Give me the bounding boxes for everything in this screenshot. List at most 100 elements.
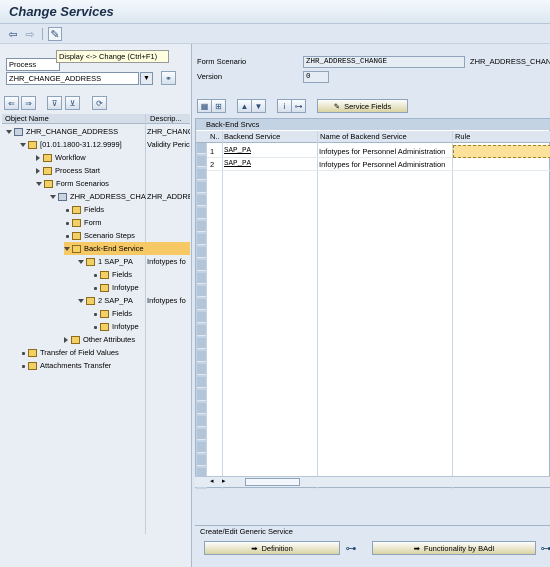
table-row[interactable]: 2 SAP_PA Infotypes for Personnel Adminis… (207, 158, 550, 171)
hierarchy-icon[interactable]: ⊶ (539, 541, 550, 555)
hierarchy-icon[interactable]: ⊶ (291, 99, 306, 113)
row-selector[interactable] (197, 195, 206, 206)
row-selector[interactable] (197, 221, 206, 232)
scroll-thumb[interactable] (245, 478, 300, 486)
table-row[interactable]: 1 SAP_PA Infotypes for Personnel Adminis… (207, 145, 550, 158)
tree-node[interactable]: Form Scenarios (2, 177, 190, 190)
tree-node[interactable]: Infotype (2, 281, 190, 294)
object-value-field[interactable]: ZHR_CHANGE_ADDRESS (6, 72, 139, 85)
row-selector[interactable] (197, 364, 206, 375)
form-scenario-desc: ZHR_ADDRESS_CHANGE (470, 57, 550, 66)
tree-node[interactable]: Attachments Transfer (2, 359, 190, 372)
functionality-by-badi-button[interactable]: ➡ Functionality by BAdI (372, 541, 536, 555)
column-header[interactable]: Backend Service (224, 131, 280, 143)
tree-node[interactable]: 2 SAP_PA Infotypes fo (2, 294, 190, 307)
row-selector[interactable] (197, 455, 206, 466)
row-selector[interactable] (197, 312, 206, 323)
object-tree: ZHR_CHANGE_ADDRESS ZHR_CHANG [01.01.1800-… (2, 125, 190, 372)
row-selector[interactable] (197, 351, 206, 362)
row-selector[interactable] (197, 390, 206, 401)
tree-node[interactable]: 1 SAP_PA Infotypes fo (2, 255, 190, 268)
column-divider (452, 131, 453, 489)
row-selector[interactable] (197, 273, 206, 284)
navigate-forward-icon[interactable]: ⇒ (21, 96, 36, 110)
back-arrow-icon[interactable]: ⇦ (6, 27, 20, 41)
cell-rule-input[interactable] (453, 145, 550, 158)
generic-service-area: Create/Edit Generic Service ➡ Definition … (195, 525, 550, 567)
service-fields-button[interactable]: ✎ Service Fields (317, 99, 408, 113)
row-selector[interactable] (197, 429, 206, 440)
forward-arrow-icon[interactable]: ⇨ (23, 27, 37, 41)
move-down-icon[interactable]: ▼ (251, 99, 266, 113)
row-selector[interactable] (197, 143, 206, 154)
row-selector-column (196, 143, 207, 489)
horizontal-scrollbar[interactable]: ◂ ▸ (195, 476, 550, 487)
tree-header-object: Object Name (5, 114, 49, 123)
move-up-icon[interactable]: ▲ (237, 99, 252, 113)
tree-node[interactable]: Other Attributes (2, 333, 190, 346)
arrow-right-icon: ➡ (413, 543, 420, 553)
row-selector[interactable] (197, 234, 206, 245)
column-header[interactable]: Name of Backend Service (320, 131, 407, 143)
version-label: Version (197, 72, 223, 81)
pencil-icon: ✎ (333, 101, 341, 111)
cell-backend-service[interactable]: SAP_PA (224, 158, 251, 171)
application-toolbar: ⇦ ⇨ ✎ (0, 24, 550, 44)
row-selector[interactable] (197, 247, 206, 258)
page-title: Change Services (9, 4, 114, 19)
column-header[interactable]: Rule (455, 131, 470, 143)
row-selector[interactable] (197, 377, 206, 388)
cell-name: Infotypes for Personnel Administration (319, 160, 446, 169)
scroll-left-icon[interactable]: ◂ (210, 477, 214, 485)
tree-header: Object Name Descrip... (2, 114, 190, 124)
info-icon[interactable]: i (277, 99, 292, 113)
cell-n: 2 (210, 160, 215, 169)
tree-node[interactable]: Infotype (2, 320, 190, 333)
row-selector[interactable] (197, 325, 206, 336)
object-type-select[interactable]: Process (6, 58, 60, 71)
glasses-display-icon[interactable]: ⚭ (161, 71, 176, 85)
row-selector[interactable] (197, 403, 206, 414)
tree-node[interactable]: Fields (2, 268, 190, 281)
form-scenario-field[interactable]: ZHR_ADDRESS_CHANGE (303, 56, 465, 68)
row-selector[interactable] (197, 156, 206, 167)
definition-button[interactable]: ➡ Definition (204, 541, 340, 555)
cell-backend-service[interactable]: SAP_PA (224, 145, 251, 158)
cell-name: Infotypes for Personnel Administration (319, 147, 446, 156)
tree-node[interactable]: Form (2, 216, 190, 229)
row-selector[interactable] (197, 169, 206, 180)
tree-node[interactable]: Scenario Steps (2, 229, 190, 242)
tree-node-selected[interactable]: Back-End Service (2, 242, 190, 255)
generic-service-title: Create/Edit Generic Service (200, 527, 293, 536)
tree-node[interactable]: ZHR_ADDRESS_CHA ZHR_ADDRE (2, 190, 190, 203)
version-field[interactable]: 0 (303, 71, 329, 83)
row-selector[interactable] (197, 286, 206, 297)
table-settings-icon[interactable]: ▦ (197, 99, 212, 113)
tree-node[interactable]: Transfer of Field Values (2, 346, 190, 359)
tree-node[interactable]: ZHR_CHANGE_ADDRESS ZHR_CHANG (2, 125, 190, 138)
row-selector[interactable] (197, 416, 206, 427)
column-header[interactable]: N.. (210, 131, 220, 143)
tree-node[interactable]: [01.01.1800-31.12.9999] Validity Peric (2, 138, 190, 151)
tree-node[interactable]: Fields (2, 203, 190, 216)
scroll-right-icon[interactable]: ▸ (222, 477, 226, 485)
refresh-icon[interactable]: ⟳ (92, 96, 107, 110)
dropdown-icon[interactable]: ▼ (140, 72, 153, 85)
tree-node[interactable]: Fields (2, 307, 190, 320)
row-selector[interactable] (197, 338, 206, 349)
display-change-toggle-icon[interactable]: ✎ (48, 27, 62, 41)
expand-all-icon[interactable]: ⊻ (65, 96, 80, 110)
row-selector[interactable] (197, 260, 206, 271)
backend-services-table: Back-End Srvcs N.. Backend Service Name … (195, 118, 550, 489)
table-layout-icon[interactable]: ⊞ (211, 99, 226, 113)
tree-node[interactable]: Workflow (2, 151, 190, 164)
hierarchy-icon[interactable]: ⊶ (344, 541, 358, 555)
collapse-all-icon[interactable]: ⊽ (47, 96, 62, 110)
navigate-back-icon[interactable]: ⇐ (4, 96, 19, 110)
tree-node[interactable]: Process Start (2, 164, 190, 177)
row-selector[interactable] (197, 208, 206, 219)
row-selector[interactable] (197, 299, 206, 310)
form-scenario-label: Form Scenario (197, 57, 247, 66)
row-selector[interactable] (197, 182, 206, 193)
row-selector[interactable] (197, 442, 206, 453)
